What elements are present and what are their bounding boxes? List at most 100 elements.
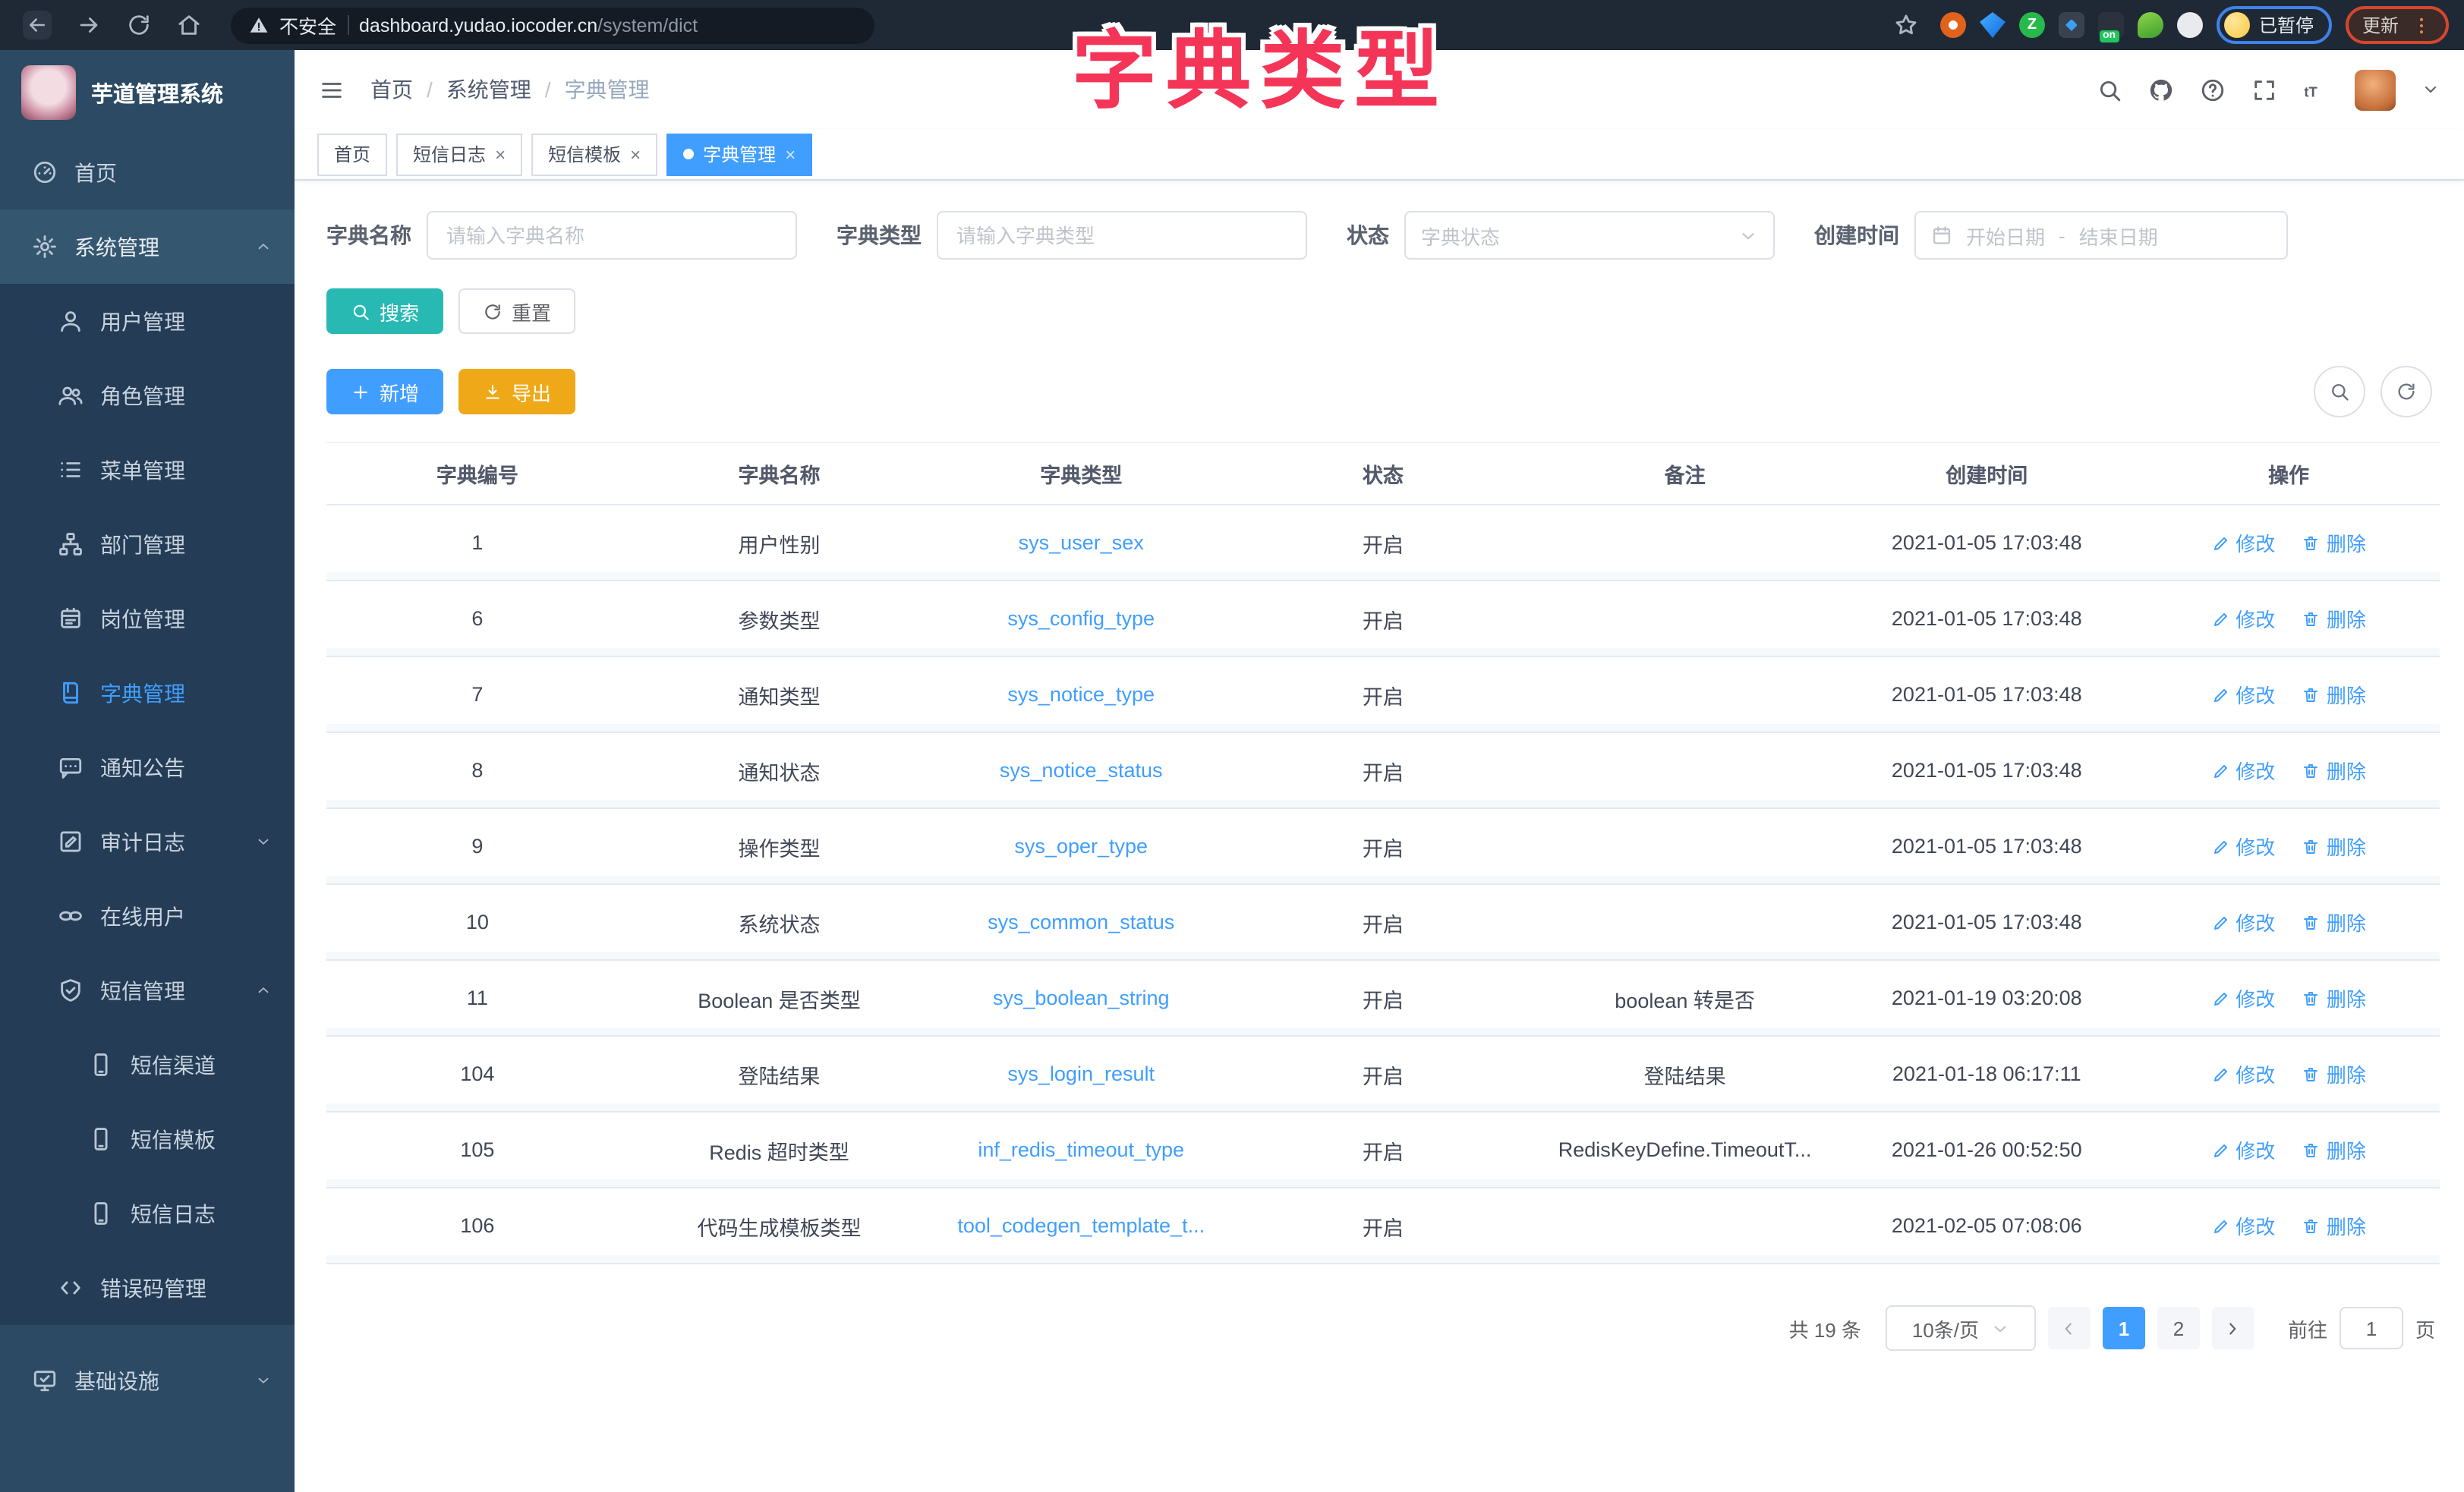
edit-link[interactable]: 修改 [2211, 1211, 2275, 1240]
dict-name-label: 字典名称 [326, 220, 411, 250]
sidebar-item-短信渠道[interactable]: 短信渠道 [0, 1028, 295, 1102]
close-icon[interactable]: × [630, 145, 641, 163]
dict-type-link[interactable]: inf_redis_timeout_type [978, 1138, 1184, 1161]
dict-type-link[interactable]: sys_user_sex [1019, 531, 1144, 554]
sidebar-item-岗位管理[interactable]: 岗位管理 [0, 581, 295, 656]
sidebar-item-错误码管理[interactable]: 错误码管理 [0, 1251, 295, 1325]
dict-type-input[interactable] [937, 211, 1307, 260]
dict-type-link[interactable]: sys_oper_type [1014, 835, 1148, 858]
delete-link[interactable]: 删除 [2302, 908, 2366, 936]
sidebar-item-字典管理[interactable]: 字典管理 [0, 656, 295, 730]
tab-首页[interactable]: 首页 [317, 133, 387, 175]
edit-link[interactable]: 修改 [2211, 528, 2275, 557]
address-bar[interactable]: 不安全 dashboard.yudao.iocoder.cn/system/di… [231, 7, 874, 43]
search-icon[interactable] [2097, 77, 2122, 102]
kebab-menu-icon[interactable] [2411, 14, 2432, 36]
goto-page-input[interactable] [2340, 1307, 2403, 1349]
github-icon[interactable] [2148, 77, 2174, 102]
page-size-select[interactable]: 10条/页 [1886, 1305, 2036, 1351]
status-select[interactable]: 字典状态 [1404, 211, 1775, 260]
app-logo[interactable]: 芋道管理系统 [0, 50, 295, 135]
delete-link[interactable]: 删除 [2302, 1211, 2366, 1240]
back-icon[interactable] [23, 11, 52, 39]
question-icon[interactable] [2200, 77, 2226, 102]
hamburger-icon[interactable] [319, 77, 345, 102]
gem-icon[interactable] [1980, 12, 2006, 38]
notes-icon[interactable] [2059, 12, 2084, 38]
page-button-2[interactable]: 2 [2157, 1307, 2200, 1349]
sidebar-item-短信模板[interactable]: 短信模板 [0, 1102, 295, 1176]
dict-type-link[interactable]: tool_codegen_template_t... [957, 1214, 1205, 1237]
forward-icon[interactable] [76, 12, 102, 38]
edit-link[interactable]: 修改 [2211, 908, 2275, 936]
delete-link[interactable]: 删除 [2302, 984, 2366, 1012]
close-icon[interactable]: × [495, 145, 506, 163]
sidebar-item-用户管理[interactable]: 用户管理 [0, 284, 295, 358]
sidebar-item-角色管理[interactable]: 角色管理 [0, 358, 295, 433]
dict-type-link[interactable]: sys_notice_type [1007, 683, 1155, 706]
cell-status: 开启 [1232, 1188, 1534, 1264]
page-button-1[interactable]: 1 [2103, 1307, 2145, 1349]
dict-name-input[interactable] [427, 211, 797, 260]
sidebar-item-菜单管理[interactable]: 菜单管理 [0, 433, 295, 507]
switch-on-icon[interactable] [2098, 12, 2124, 38]
sidebar-item-短信管理[interactable]: 短信管理 [0, 953, 295, 1028]
fullscreen-icon[interactable] [2251, 77, 2277, 102]
tab-短信模板[interactable]: 短信模板 × [531, 133, 657, 175]
browser-update-chip[interactable]: 更新 [2346, 6, 2449, 44]
sidebar-item-系统管理[interactable]: 系统管理 [0, 209, 295, 284]
edit-link[interactable]: 修改 [2211, 680, 2275, 709]
date-range-picker[interactable]: 开始日期 - 结束日期 [1914, 211, 2288, 260]
delete-link[interactable]: 删除 [2302, 604, 2366, 633]
delete-link[interactable]: 删除 [2302, 832, 2366, 861]
dict-type-link[interactable]: sys_boolean_string [993, 987, 1170, 1009]
paused-extension-chip[interactable]: 已暂停 [2217, 6, 2332, 44]
toggle-search-button[interactable] [2314, 366, 2365, 417]
breadcrumb-home[interactable]: 首页 [370, 74, 413, 105]
sidebar-item-在线用户[interactable]: 在线用户 [0, 879, 295, 953]
close-icon[interactable]: × [785, 145, 796, 163]
sidebar-item-通知公告[interactable]: 通知公告 [0, 730, 295, 804]
dict-type-link[interactable]: sys_common_status [988, 911, 1174, 933]
extensions-icon[interactable] [2177, 12, 2203, 38]
reset-button[interactable]: 重置 [458, 288, 575, 334]
tab-字典管理[interactable]: 字典管理 × [666, 133, 812, 175]
dict-type-link[interactable]: sys_notice_status [1000, 759, 1163, 782]
dict-type-link[interactable]: sys_config_type [1007, 607, 1155, 630]
prev-page-button[interactable] [2048, 1307, 2091, 1349]
home-icon[interactable] [176, 12, 202, 38]
next-page-button[interactable] [2212, 1307, 2254, 1349]
edit-link[interactable]: 修改 [2211, 604, 2275, 633]
tab-短信日志[interactable]: 短信日志 × [396, 133, 522, 175]
search-button[interactable]: 搜索 [326, 288, 443, 334]
sidebar-item-短信日志[interactable]: 短信日志 [0, 1176, 295, 1251]
delete-link[interactable]: 删除 [2302, 528, 2366, 557]
dict-type-link[interactable]: sys_login_result [1007, 1062, 1155, 1085]
edit-link[interactable]: 修改 [2211, 1059, 2275, 1088]
export-button[interactable]: 导出 [458, 369, 575, 414]
bookmark-star-icon[interactable] [1893, 12, 1919, 38]
add-button[interactable]: 新增 [326, 369, 443, 414]
font-size-icon[interactable]: tT [2303, 77, 2329, 102]
zotero-icon[interactable] [2019, 12, 2045, 38]
breadcrumb-system[interactable]: 系统管理 [446, 74, 531, 105]
refresh-table-button[interactable] [2381, 366, 2432, 417]
edit-link[interactable]: 修改 [2211, 984, 2275, 1012]
sidebar-item-首页[interactable]: 首页 [0, 135, 295, 209]
edit-link[interactable]: 修改 [2211, 832, 2275, 861]
reload-icon[interactable] [126, 12, 152, 38]
grammar-icon[interactable] [2138, 12, 2163, 38]
sidebar-item-审计日志[interactable]: 审计日志 [0, 804, 295, 879]
tab-bar: 首页 短信日志 × 短信模板 × 字典管理 × [295, 129, 2464, 181]
user-avatar[interactable] [2355, 69, 2396, 110]
sidebar-item-部门管理[interactable]: 部门管理 [0, 507, 295, 581]
caret-down-icon[interactable] [2421, 80, 2440, 99]
delete-link[interactable]: 删除 [2302, 756, 2366, 785]
delete-link[interactable]: 删除 [2302, 1059, 2366, 1088]
adblock-icon[interactable] [1940, 12, 1966, 38]
sidebar-item-基础设施[interactable]: 基础设施 [0, 1343, 295, 1418]
delete-link[interactable]: 删除 [2302, 1135, 2366, 1164]
delete-link[interactable]: 删除 [2302, 680, 2366, 709]
edit-link[interactable]: 修改 [2211, 1135, 2275, 1164]
edit-link[interactable]: 修改 [2211, 756, 2275, 785]
